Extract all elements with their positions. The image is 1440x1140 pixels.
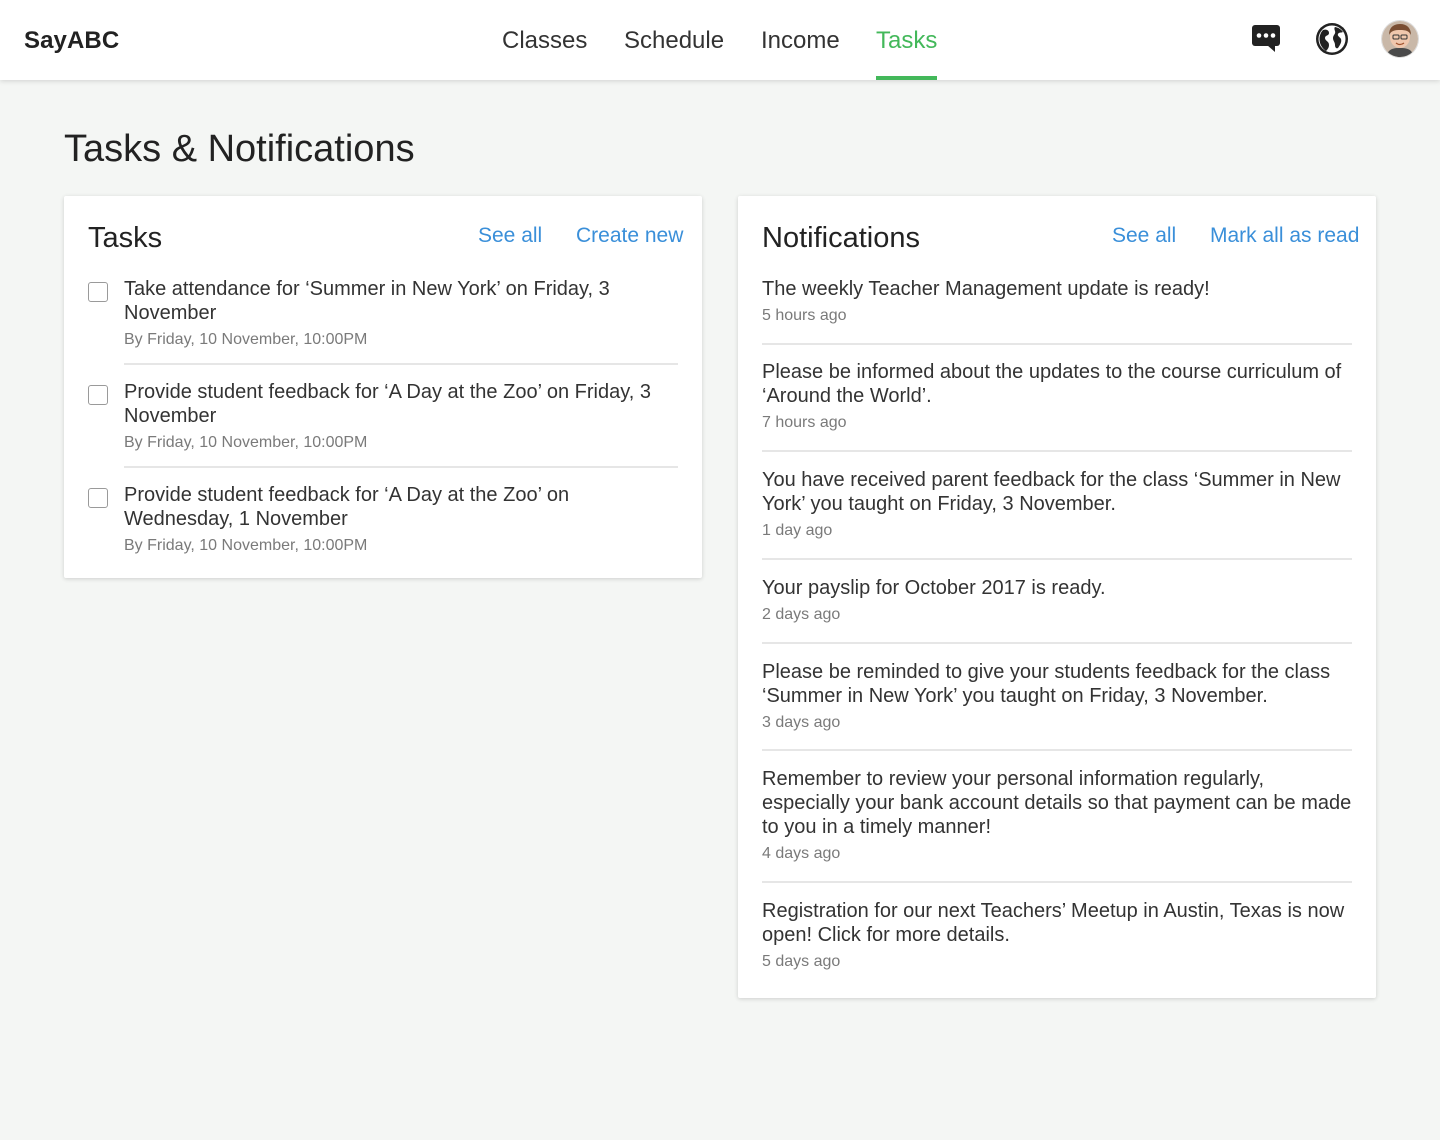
task-item[interactable]: Provide student feedback for ‘A Day at t… [124, 380, 678, 453]
tasks-see-all-link[interactable]: See all [478, 224, 542, 248]
task-item[interactable]: Provide student feedback for ‘A Day at t… [124, 483, 678, 556]
task-checkbox[interactable] [88, 282, 108, 302]
create-new-task-link[interactable]: Create new [576, 224, 683, 248]
globe-icon[interactable] [1314, 21, 1350, 57]
notification-item[interactable]: Registration for our next Teachers’ Meet… [762, 899, 1352, 972]
divider [762, 343, 1352, 345]
notification-text: Remember to review your personal informa… [762, 768, 1352, 838]
nav-item-classes[interactable]: Classes [502, 0, 587, 80]
page-title: Tasks & Notifications [64, 128, 415, 170]
divider [762, 558, 1352, 560]
divider [124, 363, 678, 365]
notification-time: 5 days ago [762, 953, 841, 970]
nav-item-income[interactable]: Income [761, 0, 840, 80]
divider [762, 450, 1352, 452]
notifications-card: Notifications See all Mark all as read T… [738, 196, 1376, 998]
nav-item-schedule[interactable]: Schedule [624, 0, 724, 80]
notification-item[interactable]: Please be reminded to give your students… [762, 660, 1352, 733]
notification-text: Please be informed about the updates to … [762, 361, 1342, 407]
notification-time: 7 hours ago [762, 414, 847, 431]
chat-icon[interactable] [1248, 20, 1284, 56]
notifications-card-title: Notifications [762, 222, 920, 254]
nav-item-tasks[interactable]: Tasks [876, 0, 938, 80]
notification-item[interactable]: Please be informed about the updates to … [762, 360, 1352, 433]
brand-logo[interactable]: SayABC [24, 27, 119, 55]
notification-time: 4 days ago [762, 845, 841, 862]
task-due-date: By Friday, 10 November, 10:00PM [124, 434, 368, 451]
top-navigation-bar: SayABC Classes Schedule Income Tasks [0, 0, 1440, 80]
task-checkbox[interactable] [88, 385, 108, 405]
notification-text: Registration for our next Teachers’ Meet… [762, 900, 1345, 946]
notification-text: The weekly Teacher Management update is … [762, 278, 1210, 300]
notification-text: You have received parent feedback for th… [762, 469, 1341, 515]
divider [762, 881, 1352, 883]
notification-time: 2 days ago [762, 606, 841, 623]
notification-text: Your payslip for October 2017 is ready. [762, 577, 1106, 599]
task-text: Provide student feedback for ‘A Day at t… [124, 381, 651, 427]
mark-all-read-link[interactable]: Mark all as read [1210, 224, 1359, 248]
notification-item[interactable]: Remember to review your personal informa… [762, 767, 1352, 864]
user-avatar[interactable] [1382, 21, 1418, 57]
notifications-see-all-link[interactable]: See all [1112, 224, 1176, 248]
task-item[interactable]: Take attendance for ‘Summer in New York’… [124, 277, 678, 350]
task-checkbox[interactable] [88, 488, 108, 508]
divider [124, 466, 678, 468]
notification-item[interactable]: Your payslip for October 2017 is ready. … [762, 576, 1352, 625]
notification-item[interactable]: You have received parent feedback for th… [762, 468, 1352, 541]
tasks-card-title: Tasks [88, 222, 163, 254]
notification-time: 1 day ago [762, 522, 833, 539]
notification-time: 3 days ago [762, 714, 841, 731]
notification-text: Please be reminded to give your students… [762, 661, 1331, 707]
divider [762, 749, 1352, 751]
task-due-date: By Friday, 10 November, 10:00PM [124, 331, 368, 348]
task-text: Provide student feedback for ‘A Day at t… [124, 484, 570, 530]
notification-time: 5 hours ago [762, 307, 847, 324]
notification-item[interactable]: The weekly Teacher Management update is … [762, 277, 1352, 326]
task-due-date: By Friday, 10 November, 10:00PM [124, 537, 368, 554]
task-text: Take attendance for ‘Summer in New York’… [124, 278, 610, 324]
tasks-card: Tasks See all Create new Take attendance… [64, 196, 702, 578]
divider [762, 642, 1352, 644]
